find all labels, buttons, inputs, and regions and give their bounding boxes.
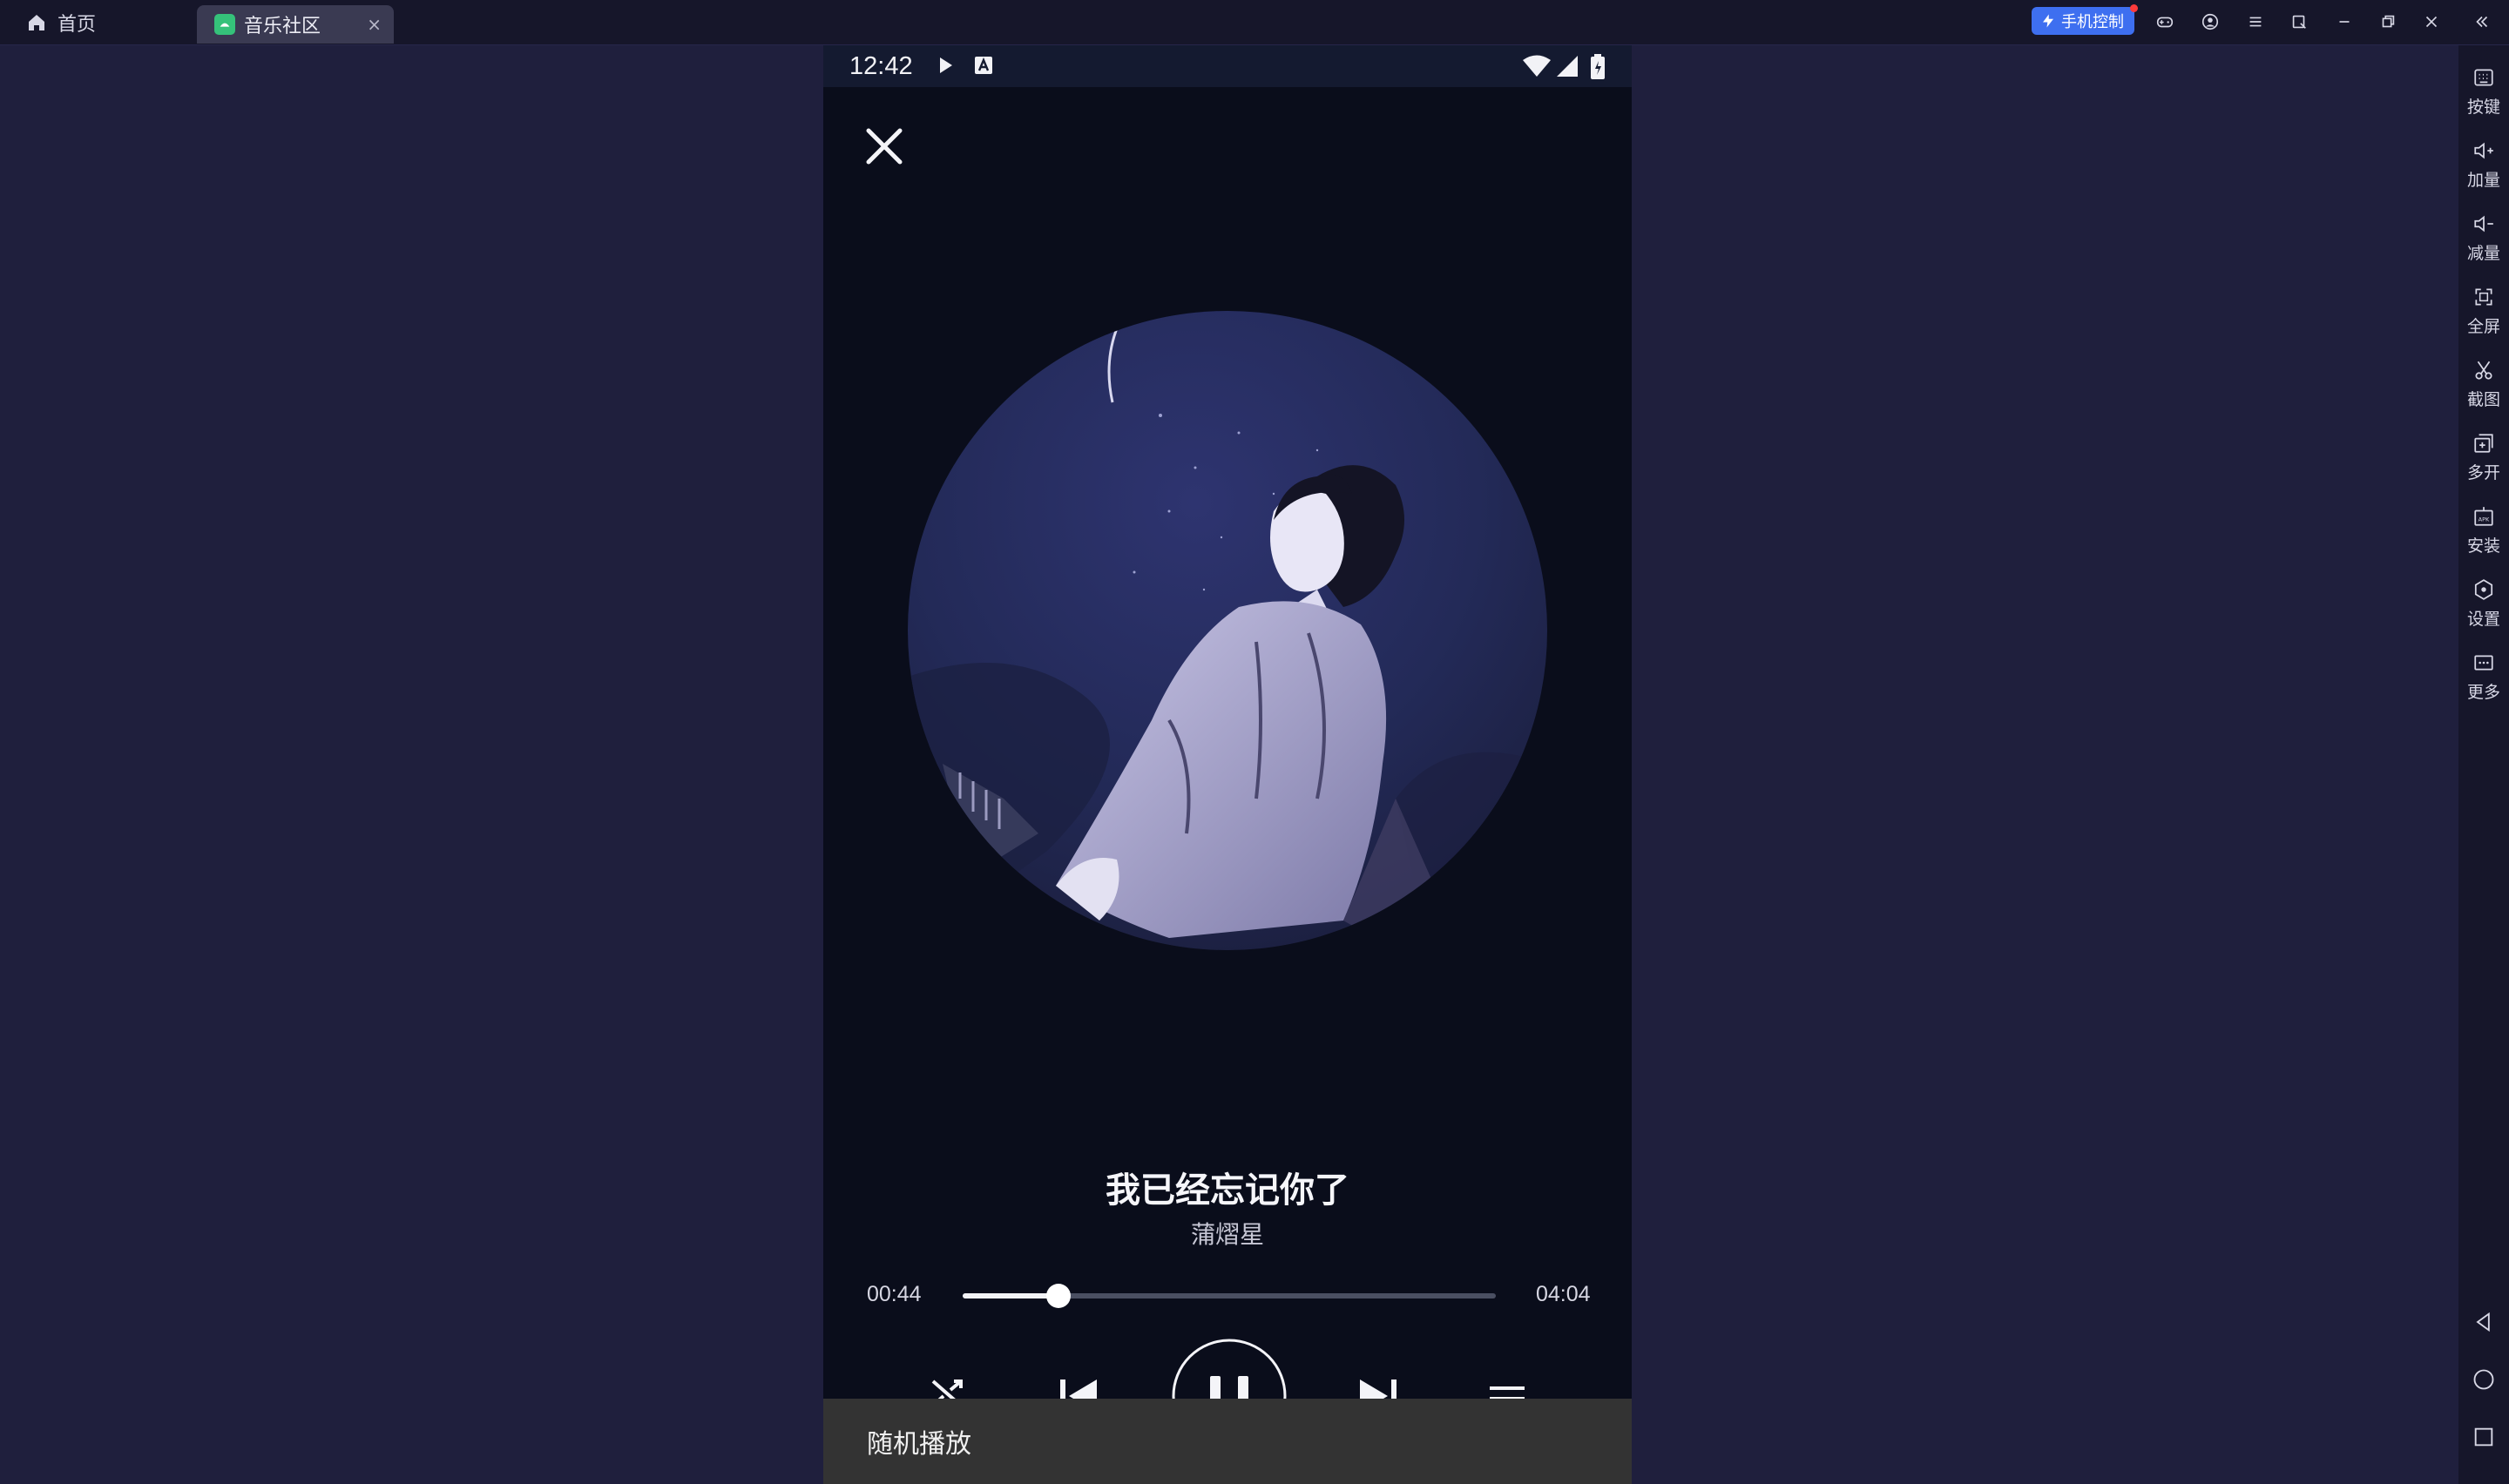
- progress-bar[interactable]: [963, 1284, 1496, 1308]
- current-time: 00:44: [867, 1282, 922, 1306]
- sidebar-item-label: 更多: [2466, 683, 2500, 702]
- total-time: 04:04: [1536, 1282, 1591, 1306]
- volume-down-icon: [2474, 215, 2493, 233]
- tab-close-icon[interactable]: ×: [367, 14, 382, 35]
- phone-control-label: 手机控制: [2061, 13, 2124, 31]
- sidebar-item-multi-instance[interactable]: 多开: [2458, 423, 2509, 493]
- sidebar-item-label: 安装: [2466, 536, 2500, 556]
- multi-instance-icon: [2474, 434, 2493, 453]
- minimize-icon[interactable]: [2331, 9, 2357, 35]
- album-cover: [908, 311, 1547, 950]
- sidebar-item-label: 截图: [2466, 390, 2500, 409]
- artist-name[interactable]: 蒲熠星: [823, 1216, 1632, 1251]
- emulator-window: 首页 音乐社区 × 手机控制 按键 加量 减量 全屏 截图 多开 APK 安装 …: [0, 0, 2509, 1484]
- apk-install-icon: APK: [2474, 507, 2493, 526]
- progress-fill: [963, 1293, 1059, 1298]
- rotate-screen-icon[interactable]: [2286, 9, 2312, 35]
- sidebar-item-settings[interactable]: 设置: [2458, 570, 2509, 639]
- app-logo-icon: [214, 14, 235, 35]
- more-icon: [2474, 655, 2493, 671]
- sidebar-item-label: 全屏: [2466, 317, 2500, 336]
- close-window-icon[interactable]: [2418, 9, 2445, 35]
- android-home-button[interactable]: [2458, 1362, 2509, 1397]
- sidebar-item-volume-down[interactable]: 减量: [2458, 204, 2509, 273]
- toast-text: 随机播放: [867, 1429, 971, 1460]
- wifi-icon: [1523, 55, 1551, 77]
- sidebar-item-more[interactable]: 更多: [2458, 643, 2509, 712]
- sidebar-item-fullscreen[interactable]: 全屏: [2458, 277, 2509, 347]
- album-artwork: [908, 311, 1547, 950]
- close-icon: [866, 128, 903, 165]
- scissors-icon: [2475, 361, 2492, 380]
- recents-square-icon: [2474, 1427, 2493, 1447]
- account-icon[interactable]: [2197, 9, 2223, 35]
- notification-dot: [2130, 4, 2138, 12]
- android-back-button[interactable]: [2458, 1305, 2509, 1339]
- sidebar-item-keys[interactable]: 按键: [2458, 57, 2509, 127]
- keyboard-icon: [2474, 69, 2493, 86]
- play-indicator-icon: [940, 57, 952, 73]
- home-circle-icon: [2473, 1369, 2494, 1390]
- status-time: 12:42: [849, 52, 913, 80]
- sidebar-item-install[interactable]: APK 安装: [2458, 496, 2509, 566]
- toast-message: 随机播放: [823, 1399, 1632, 1484]
- title-bar: 首页 音乐社区 × 手机控制: [0, 0, 2509, 45]
- tool-sidebar: 按键 加量 减量 全屏 截图 多开 APK 安装 设置 更多: [2458, 45, 2509, 1484]
- home-icon: [29, 15, 44, 30]
- tab-music-community[interactable]: 音乐社区 ×: [197, 5, 394, 44]
- phone-screen: 12:42 我已经忘记你了 蒲熠星 00:44 04:04 随机播放: [823, 45, 1632, 1484]
- tab-music-community-label: 音乐社区: [244, 16, 321, 37]
- song-title: 我已经忘记你了: [1106, 1170, 1349, 1211]
- lightning-icon: [2043, 14, 2053, 28]
- restore-window-icon[interactable]: [2375, 9, 2401, 35]
- cellular-signal-icon: [1557, 56, 1578, 77]
- back-triangle-icon: [2476, 1312, 2490, 1332]
- menu-icon[interactable]: [2242, 9, 2269, 35]
- app-notification-icon: [975, 57, 992, 74]
- svg-text:APK: APK: [2479, 516, 2490, 523]
- sidebar-item-label: 多开: [2466, 463, 2500, 482]
- tab-home-label: 首页: [57, 14, 97, 36]
- sidebar-item-label: 按键: [2466, 98, 2500, 117]
- android-recents-button[interactable]: [2458, 1420, 2509, 1454]
- phone-control-button[interactable]: 手机控制: [2032, 4, 2138, 35]
- progress-thumb[interactable]: [1046, 1284, 1072, 1308]
- sidebar-item-screenshot[interactable]: 截图: [2458, 350, 2509, 420]
- sidebar-item-label: 加量: [2466, 171, 2500, 190]
- android-status-bar: 12:42: [823, 45, 1632, 87]
- close-player-button[interactable]: [858, 120, 910, 172]
- fullscreen-icon: [2475, 288, 2492, 306]
- battery-icon: [1591, 54, 1605, 79]
- sidebar-item-label: 设置: [2466, 610, 2500, 629]
- volume-up-icon: [2474, 142, 2493, 159]
- gamepad-icon[interactable]: [2152, 9, 2178, 35]
- sidebar-item-volume-up[interactable]: 加量: [2458, 131, 2509, 200]
- tab-home[interactable]: 首页: [16, 0, 190, 45]
- sidebar-item-label: 减量: [2466, 244, 2500, 263]
- settings-icon: [2474, 579, 2493, 600]
- collapse-sidebar-icon[interactable]: [2469, 9, 2495, 35]
